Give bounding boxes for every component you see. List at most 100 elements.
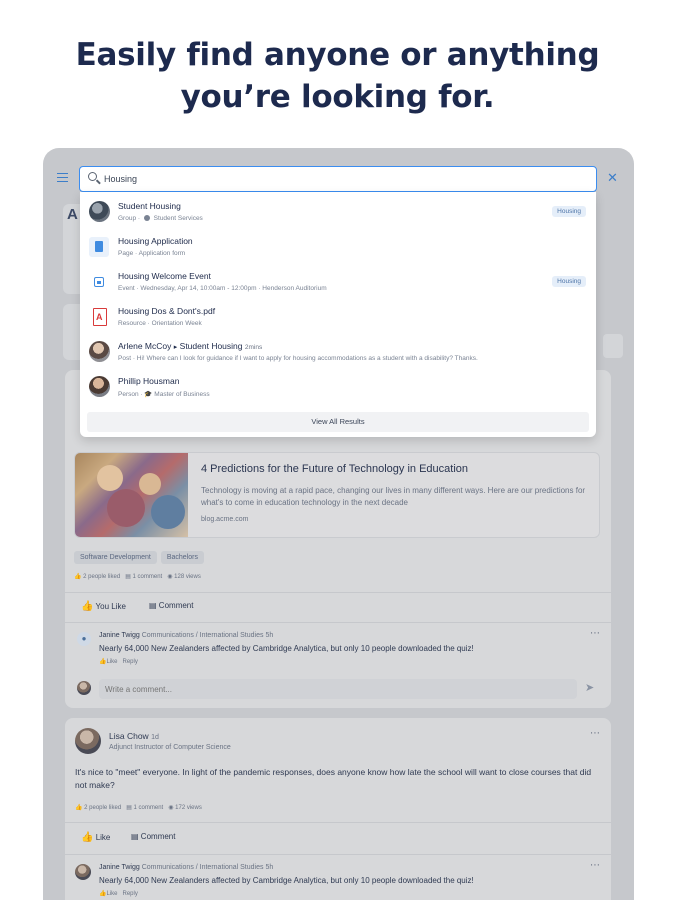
result-title: Phillip Housman [118,376,180,386]
comments-count[interactable]: 1 comment [133,574,163,580]
like-label: You Like [95,602,126,611]
more-icon[interactable]: ⋯ [590,860,600,871]
tag[interactable]: Software Development [74,551,157,564]
pdf-file-icon [89,307,109,327]
comment-button[interactable]: ▤ Comment [131,832,175,841]
views-count: 172 views [175,805,202,811]
avatar[interactable] [75,728,101,754]
calendar-icon [89,272,109,292]
post-author-line: Lisa Chow 1d [109,731,159,741]
headline: Easily find anyone or anything you’re lo… [0,34,675,118]
comment-time: 5h [265,864,274,871]
comment-icon: ▤ [125,574,131,580]
divider [65,822,611,823]
comment-text: Nearly 64,000 New Zealanders affected by… [99,876,474,885]
link-preview-image [75,453,188,537]
comment-icon: ▤ [131,832,139,841]
comment-reply-link[interactable]: Reply [123,659,138,665]
result-subtitle: Page · Application form [118,250,186,257]
comment-text: Nearly 64,000 New Zealanders affected by… [99,644,474,653]
search-result-post[interactable]: Arlene McCoy ▸ Student Housing 2mins Pos… [80,334,596,369]
search-result-page[interactable]: Housing Application Page · Application f… [80,229,596,264]
group-icon [143,215,150,221]
comment-reply-link[interactable]: Reply [123,891,138,897]
group-avatar [89,201,110,222]
headline-line-2: you’re looking for. [180,79,495,115]
link-title[interactable]: 4 Predictions for the Future of Technolo… [201,463,468,475]
comment-actions: 👍Like Reply [99,890,138,897]
search-bar[interactable] [79,166,597,192]
comments-count[interactable]: 1 comment [134,805,164,811]
divider [65,854,611,855]
result-subtitle: Resource · Orientation Week [118,320,202,327]
more-icon[interactable]: ⋯ [590,728,600,739]
comment-like-link[interactable]: Like [106,891,117,897]
more-icon[interactable]: ⋯ [590,628,600,639]
comment-role: Communications / International Studies [141,632,264,639]
app-screen: A 4 Predictions for the Future of Techno… [43,148,634,900]
post-stats: 👍 2 people liked ▤ 1 comment ◉ 172 views [75,804,202,811]
link-domain: blog.acme.com [201,516,249,523]
search-result-resource[interactable]: Housing Dos & Dont's.pdf Resource · Orie… [80,299,596,334]
headline-line-1: Easily find anyone or anything [75,37,600,73]
eye-icon: ◉ [168,805,174,811]
post-author-role: Adjunct Instructor of Computer Science [109,744,231,751]
result-title: Housing Dos & Dont's.pdf [118,306,216,316]
author-avatar [89,341,110,362]
feed-post-2: Lisa Chow 1d Adjunct Instructor of Compu… [65,718,611,900]
tag[interactable]: Bachelors [160,551,204,564]
likes-count[interactable]: 2 people liked [83,574,120,580]
result-title: Housing Application [118,236,193,246]
result-title: Student Housing [118,201,181,211]
thumbs-up-icon: 👍 [81,601,94,612]
views-count: 128 views [174,574,201,580]
comment-time: 5h [265,632,274,639]
comment-role: Communications / International Studies [141,864,264,871]
tag-list: Software Development Bachelors [74,546,208,564]
like-button[interactable]: 👍 Like [81,832,110,843]
thumbs-up-icon: 👍 [81,832,94,843]
result-subtitle: Group · Student Services [118,215,203,222]
post-text: It's nice to "meet" everyone. In light o… [75,767,592,790]
right-panel-stub [603,334,623,358]
result-subtitle: Post · Hi! Where can I look for guidance… [118,355,478,362]
comment-icon: ▤ [149,601,157,610]
search-result-group[interactable]: Student Housing Group · Student Services… [80,194,596,229]
close-icon[interactable]: ✕ [607,170,618,186]
page-heading-fragment: A [67,206,78,223]
comment-header: Janine Twigg Communications / Internatio… [99,632,273,639]
likes-count[interactable]: 2 people liked [84,805,121,811]
comment-icon: ▤ [126,805,132,811]
divider [65,622,611,623]
link-preview-card[interactable]: 4 Predictions for the Future of Technolo… [74,452,600,538]
comment-like-link[interactable]: Like [106,659,117,665]
send-icon[interactable]: ➤ [585,681,594,694]
page-icon [89,237,109,257]
comment-actions: 👍Like Reply [99,658,138,665]
menu-icon[interactable] [57,173,68,182]
comment-label: Comment [140,832,176,841]
post-stats: 👍 2 people liked ▤ 1 comment ◉ 128 views [74,573,201,580]
search-input[interactable] [104,170,584,188]
comment-author[interactable]: Janine Twigg [99,864,140,871]
result-badge: Housing [552,276,586,287]
post-author[interactable]: Lisa Chow [109,731,149,741]
avatar[interactable] [75,864,91,880]
avatar [77,681,91,695]
write-comment-input[interactable] [99,679,577,699]
thumbs-up-icon: 👍 [74,574,82,580]
view-all-results-button[interactable]: View All Results [87,412,589,432]
search-result-person[interactable]: Phillip Housman Person · 🎓 Master of Bus… [80,369,596,404]
divider [65,592,611,593]
comment-button[interactable]: ▤ Comment [149,601,193,610]
result-subtitle: Person · 🎓 Master of Business [118,391,210,398]
person-avatar [89,376,110,397]
search-icon [88,172,97,181]
avatar[interactable]: ● [77,632,91,646]
comment-author[interactable]: Janine Twigg [99,632,140,639]
search-result-event[interactable]: Housing Welcome Event Event · Wednesday,… [80,264,596,299]
eye-icon: ◉ [167,574,173,580]
post-time: 1d [151,734,159,741]
like-button[interactable]: 👍 You Like [81,601,126,612]
result-title: Arlene McCoy ▸ Student Housing 2mins [118,341,263,351]
